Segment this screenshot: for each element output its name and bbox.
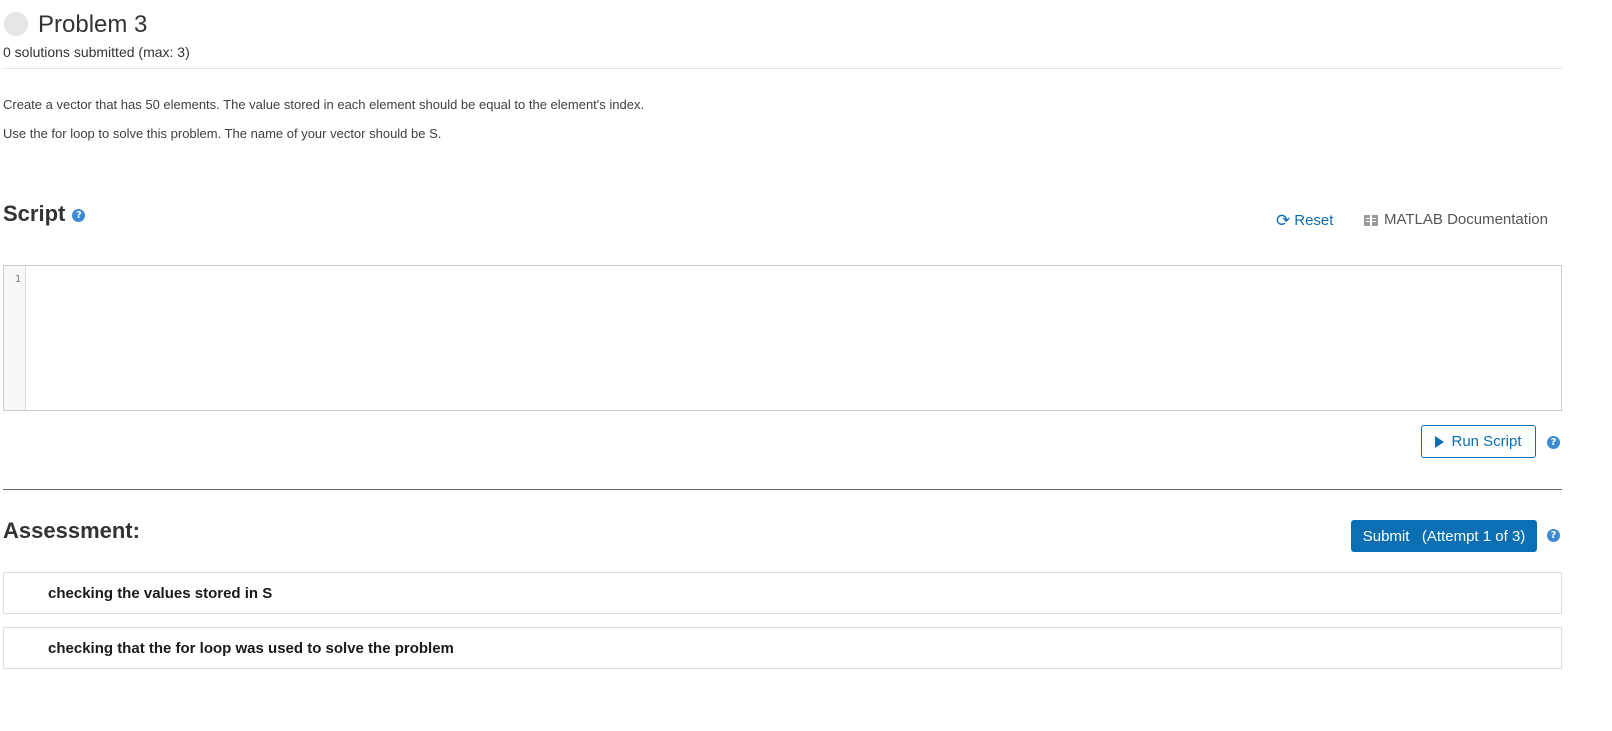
problem-container: Problem 3 0 solutions submitted (max: 3)… <box>3 0 1562 669</box>
assessment-test-list: checking the values stored in S checking… <box>3 572 1562 682</box>
matlab-documentation-label: MATLAB Documentation <box>1384 211 1548 228</box>
reset-button[interactable]: ⟳ Reset <box>1276 211 1333 231</box>
status-circle-icon <box>4 12 28 36</box>
assessment-test-label: checking the values stored in S <box>48 584 273 602</box>
reset-label: Reset <box>1294 212 1334 229</box>
assessment-test-item[interactable]: checking that the for loop was used to s… <box>3 627 1562 669</box>
editor-gutter: 1 <box>4 266 26 410</box>
code-editor[interactable]: 1 <box>3 265 1562 411</box>
problem-header: Problem 3 0 solutions submitted (max: 3) <box>3 0 1562 69</box>
question-circle-icon[interactable]: ? <box>72 208 86 222</box>
submit-button[interactable]: Submit (Attempt 1 of 3) <box>1351 520 1537 552</box>
play-icon <box>1435 435 1445 448</box>
script-heading: Script ? <box>3 201 86 227</box>
run-script-button[interactable]: Run Script <box>1421 425 1536 458</box>
refresh-icon: ⟳ <box>1276 211 1291 231</box>
section-divider <box>3 489 1562 490</box>
assessment-test-label: checking that the for loop was used to s… <box>48 639 454 657</box>
assessment-heading: Assessment: <box>3 518 140 543</box>
assessment-test-item[interactable]: checking the values stored in S <box>3 572 1562 614</box>
script-heading-label: Script <box>3 201 66 226</box>
page-title: Problem 3 <box>38 11 148 38</box>
run-script-label: Run Script <box>1451 433 1522 450</box>
problem-description-line-1: Create a vector that has 50 elements. Th… <box>3 97 645 112</box>
line-number: 1 <box>14 274 21 285</box>
question-circle-icon[interactable]: ? <box>1547 529 1560 542</box>
problem-description-line-2: Use the for loop to solve this problem. … <box>3 126 442 141</box>
matlab-documentation-link[interactable]: MATLAB Documentation <box>1364 210 1548 230</box>
submission-count: 0 solutions submitted (max: 3) <box>3 44 190 60</box>
book-icon <box>1364 214 1378 226</box>
question-circle-icon[interactable]: ? <box>1547 436 1560 449</box>
code-input[interactable] <box>26 266 1561 410</box>
